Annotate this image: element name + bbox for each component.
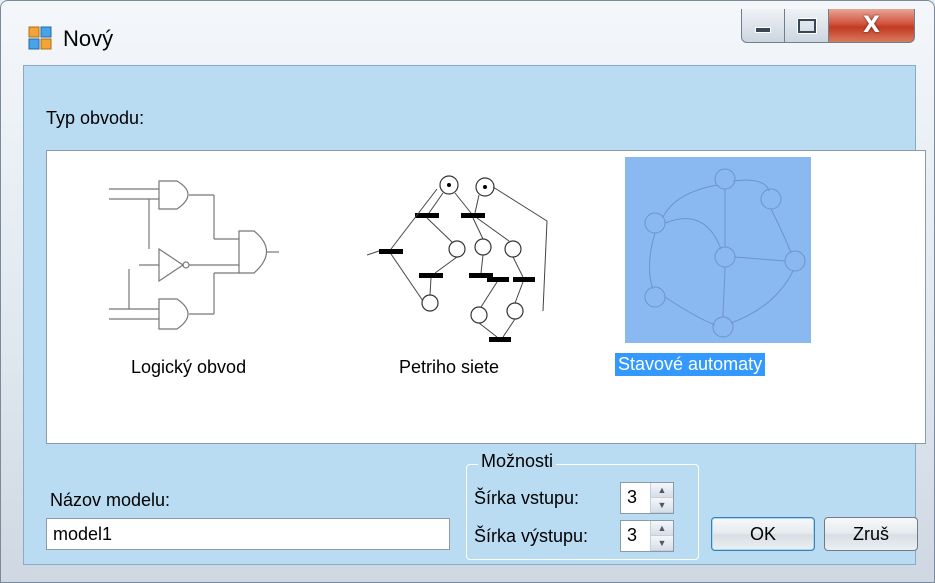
input-width-label: Šírka vstupu: xyxy=(474,488,580,508)
title-bar[interactable]: Nový X xyxy=(1,1,935,65)
input-width-value: 3 xyxy=(627,487,638,507)
app-window-icon xyxy=(28,26,52,50)
list-item-logic-circuit[interactable]: Logický obvod xyxy=(87,161,287,381)
ok-button[interactable]: OK xyxy=(711,517,815,551)
window-title: Nový xyxy=(63,26,114,51)
spinner-buttons: ▲ ▼ xyxy=(650,521,673,551)
spin-down-button[interactable]: ▼ xyxy=(651,498,673,513)
arrow-down-icon: ▼ xyxy=(657,500,667,510)
maximize-button[interactable] xyxy=(785,9,829,43)
list-item-state-machine[interactable]: Stavové automaty xyxy=(615,157,815,387)
minimize-button[interactable] xyxy=(741,9,785,43)
dialog-window: Nový X Typ obvodu: Logický obvod Petriho… xyxy=(0,0,935,583)
state-machine-icon xyxy=(625,157,811,343)
input-width-spinner[interactable]: 3 ▲ ▼ xyxy=(620,482,674,514)
caption-buttons: X xyxy=(741,9,921,47)
list-item-label: Petriho siete xyxy=(399,357,500,377)
petri-net-icon xyxy=(367,175,548,342)
cancel-button[interactable]: Zruš xyxy=(824,517,918,551)
spinner-buttons: ▲ ▼ xyxy=(650,483,673,513)
close-button[interactable]: X xyxy=(829,9,915,43)
output-width-label: Šírka výstupu: xyxy=(474,526,589,546)
close-icon: X xyxy=(863,13,880,38)
list-item-label: Stavové automaty xyxy=(615,353,766,376)
list-item-label: Logický obvod xyxy=(131,357,247,377)
spin-up-button[interactable]: ▲ xyxy=(651,521,673,536)
arrow-up-icon: ▲ xyxy=(657,485,667,495)
circuit-type-list[interactable]: Logický obvod Petriho siete Stavové auto… xyxy=(46,150,926,444)
dialog-client-area: Typ obvodu: Logický obvod Petriho siete … xyxy=(23,65,926,565)
spin-down-button[interactable]: ▼ xyxy=(651,536,673,551)
maximize-icon xyxy=(797,18,816,33)
model-name-label: Názov modelu: xyxy=(50,490,171,510)
options-group-title: Možnosti xyxy=(478,451,557,472)
arrow-down-icon: ▼ xyxy=(657,538,667,548)
output-width-value: 3 xyxy=(627,525,638,545)
logic-circuit-icon xyxy=(109,180,279,330)
minimize-icon xyxy=(755,26,771,33)
list-item-petri-net[interactable]: Petriho siete xyxy=(367,161,567,381)
output-width-spinner[interactable]: 3 ▲ ▼ xyxy=(620,520,674,552)
arrow-up-icon: ▲ xyxy=(657,523,667,533)
circuit-type-label: Typ obvodu: xyxy=(46,108,145,128)
model-name-input[interactable] xyxy=(46,518,450,550)
spin-up-button[interactable]: ▲ xyxy=(651,483,673,498)
